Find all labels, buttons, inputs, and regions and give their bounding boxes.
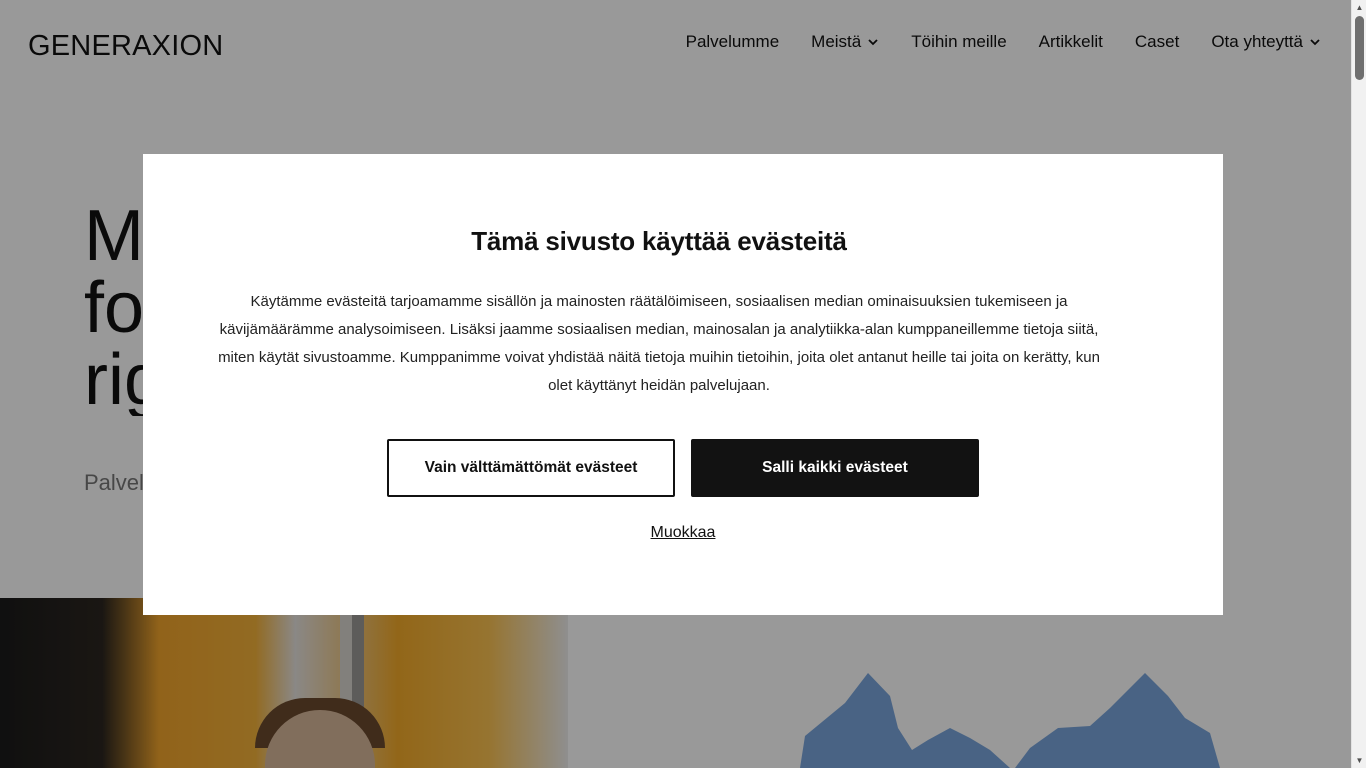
customize-link[interactable]: Muokkaa: [143, 524, 1223, 542]
scrollbar-thumb[interactable]: [1355, 16, 1364, 80]
cookie-consent-dialog: Tämä sivusto käyttää evästeitä Käytämme …: [143, 154, 1223, 615]
dialog-body-text: Käytämme evästeitä tarjoamamme sisällön …: [218, 293, 1100, 394]
dialog-title: Tämä sivusto käyttää evästeitä: [471, 226, 847, 256]
necessary-cookies-button[interactable]: Vain välttämättömät evästeet: [387, 439, 675, 497]
allow-all-cookies-button[interactable]: Salli kaikki evästeet: [691, 439, 979, 497]
scroll-down-arrow-icon[interactable]: ▼: [1355, 756, 1364, 765]
page-scrollbar[interactable]: ▲ ▼: [1351, 0, 1366, 768]
scroll-up-arrow-icon[interactable]: ▲: [1355, 3, 1364, 12]
